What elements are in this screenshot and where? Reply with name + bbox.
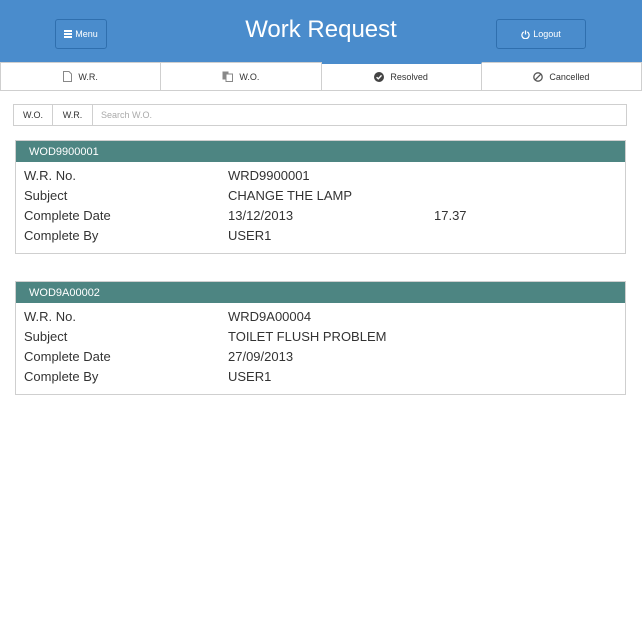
filter-wr-button[interactable]: W.R. — [53, 104, 93, 126]
card-body: W.R. No. WRD9900001 Subject CHANGE THE L… — [16, 162, 625, 253]
logout-label: Logout — [533, 29, 561, 39]
wr-no-label: W.R. No. — [24, 167, 77, 183]
wr-no-value: WRD9A00004 — [228, 308, 312, 324]
tab-label: W.O. — [239, 71, 260, 82]
tab-resolved[interactable]: Resolved — [321, 62, 482, 90]
tab-label: Resolved — [390, 72, 428, 82]
logout-button[interactable]: Logout — [496, 19, 586, 49]
tab-wr[interactable]: W.R. — [0, 62, 162, 90]
documents-icon — [222, 71, 234, 82]
subject-label: Subject — [24, 187, 68, 203]
app-header: Menu Work Request Logout — [0, 0, 642, 62]
tab-label: W.R. — [78, 71, 98, 82]
work-order-card[interactable]: WOD9A00002 W.R. No. WRD9A00004 Subject T… — [15, 281, 626, 395]
detail-row: W.R. No. WRD9900001 — [24, 165, 617, 185]
card-body: W.R. No. WRD9A00004 Subject TOILET FLUSH… — [16, 303, 625, 394]
search-bar: W.O. W.R. — [13, 104, 627, 126]
ban-icon — [533, 71, 544, 82]
card-header: WOD9900001 — [16, 141, 625, 162]
detail-row: Subject CHANGE THE LAMP — [24, 185, 617, 205]
detail-row: W.R. No. WRD9A00004 — [24, 306, 617, 326]
detail-row: Complete By USER1 — [24, 366, 617, 386]
tab-cancelled[interactable]: Cancelled — [481, 62, 642, 90]
subject-value: TOILET FLUSH PROBLEM — [228, 328, 387, 344]
check-circle-icon — [374, 72, 385, 82]
complete-by-label: Complete By — [24, 368, 99, 384]
document-icon — [63, 71, 73, 82]
wr-no-label: W.R. No. — [24, 308, 77, 324]
complete-time-value: 17.37 — [434, 207, 467, 223]
search-input[interactable] — [93, 104, 627, 126]
complete-date-label: Complete Date — [24, 207, 111, 223]
complete-by-value: USER1 — [228, 227, 272, 243]
status-tabs: W.R. W.O. Resolved Cancelled — [0, 62, 642, 91]
subject-label: Subject — [24, 328, 68, 344]
tab-label: Cancelled — [549, 71, 590, 82]
power-icon — [521, 29, 530, 39]
detail-row: Complete Date 13/12/2013 17.37 — [24, 205, 617, 225]
complete-date-value: 13/12/2013 — [228, 207, 294, 223]
card-header: WOD9A00002 — [16, 282, 625, 303]
tab-wo[interactable]: W.O. — [161, 62, 322, 90]
complete-by-label: Complete By — [24, 227, 99, 243]
work-order-card[interactable]: WOD9900001 W.R. No. WRD9900001 Subject C… — [15, 140, 626, 254]
complete-by-value: USER1 — [228, 368, 272, 384]
complete-date-label: Complete Date — [24, 348, 111, 364]
subject-value: CHANGE THE LAMP — [228, 187, 353, 203]
detail-row: Complete By USER1 — [24, 225, 617, 245]
wr-no-value: WRD9900001 — [228, 167, 310, 183]
filter-wo-button[interactable]: W.O. — [13, 104, 53, 126]
detail-row: Subject TOILET FLUSH PROBLEM — [24, 326, 617, 346]
detail-row: Complete Date 27/09/2013 — [24, 346, 617, 366]
complete-date-value: 27/09/2013 — [228, 348, 294, 364]
